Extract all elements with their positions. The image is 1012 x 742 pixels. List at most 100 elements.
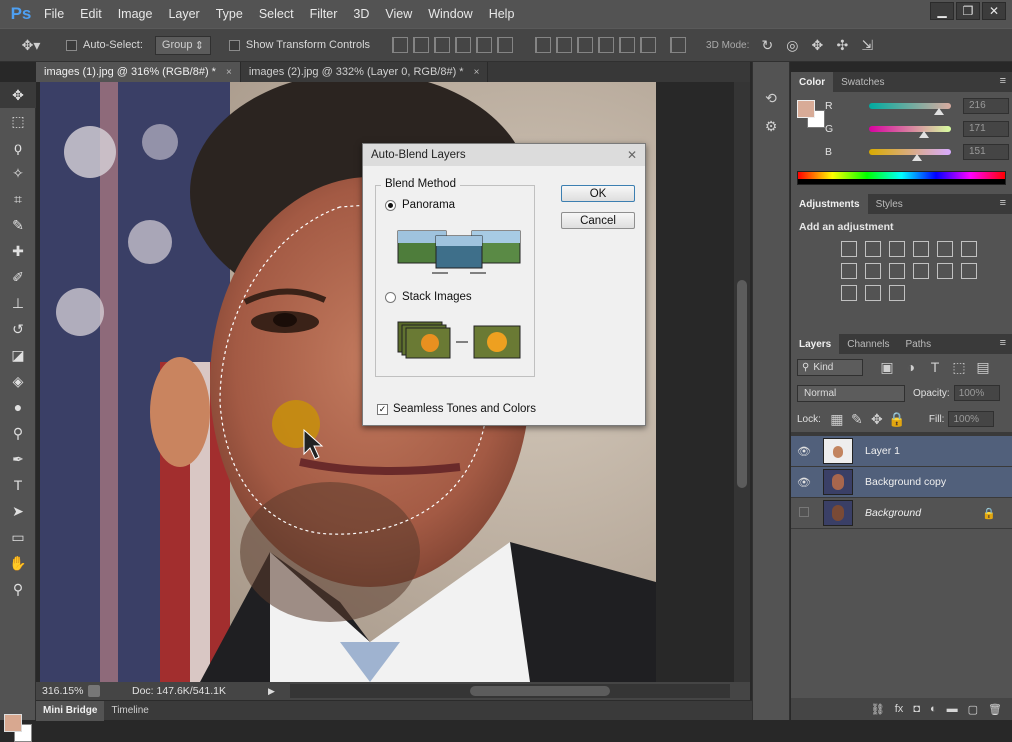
green-slider[interactable] xyxy=(869,125,951,138)
trash-icon[interactable]: 🗑 xyxy=(988,703,1002,716)
horizontal-scroll-thumb[interactable] xyxy=(470,686,610,696)
show-transform-checkbox[interactable] xyxy=(228,39,240,51)
vibrance-icon[interactable] xyxy=(937,241,953,257)
brightness-icon[interactable] xyxy=(841,241,857,257)
lock-transparent-icon[interactable]: ▦ xyxy=(827,409,847,429)
close-icon[interactable]: ✕ xyxy=(627,148,637,162)
history-brush-icon[interactable]: ↺ xyxy=(0,316,36,342)
levels-icon[interactable] xyxy=(865,241,881,257)
3d-drag-icon[interactable]: ✥ xyxy=(807,35,827,55)
seamless-option[interactable]: ✓ Seamless Tones and Colors xyxy=(377,403,536,415)
menu-window[interactable]: Window xyxy=(420,0,480,28)
layer-kind-filter[interactable]: ⚲ Kind xyxy=(797,358,863,376)
blur-tool-icon[interactable]: ● xyxy=(0,394,36,420)
color-spectrum-bar[interactable] xyxy=(797,171,1006,185)
menu-file[interactable]: File xyxy=(36,0,72,28)
pixel-filter-icon[interactable]: ▣ xyxy=(877,357,897,377)
hand-tool-icon[interactable]: ✋ xyxy=(0,550,36,576)
menu-type[interactable]: Type xyxy=(208,0,251,28)
align-top-icon[interactable] xyxy=(392,37,409,53)
color-lookup-icon[interactable] xyxy=(937,263,953,279)
distribute-hcenter-icon[interactable] xyxy=(619,37,636,53)
move-tool-preset-icon[interactable]: ✥▾ xyxy=(18,35,44,55)
rectangle-tool-icon[interactable]: ▭ xyxy=(0,524,36,550)
lasso-tool-icon[interactable]: ϙ xyxy=(0,134,36,160)
folder-icon[interactable]: ▬ xyxy=(947,703,958,715)
marquee-tool-icon[interactable]: ⬚ xyxy=(0,108,36,134)
history-panel-icon[interactable]: ⟲ xyxy=(753,84,789,112)
blue-slider-knob[interactable] xyxy=(912,153,923,161)
menu-select[interactable]: Select xyxy=(251,0,302,28)
color-balance-icon[interactable] xyxy=(841,263,857,279)
menu-edit[interactable]: Edit xyxy=(72,0,110,28)
menu-image[interactable]: Image xyxy=(110,0,161,28)
type-filter-icon[interactable]: T xyxy=(925,357,945,377)
distribute-left-icon[interactable] xyxy=(598,37,615,53)
align-vcenter-icon[interactable] xyxy=(413,37,430,53)
panel-menu-icon[interactable]: ≡ xyxy=(1000,75,1006,87)
channel-mixer-icon[interactable] xyxy=(913,263,929,279)
exposure-icon[interactable] xyxy=(913,241,929,257)
align-hcenter-icon[interactable] xyxy=(476,37,493,53)
opacity-field[interactable]: 100% xyxy=(953,385,1000,401)
brush-tool-icon[interactable]: ✐ xyxy=(0,264,36,290)
status-menu-arrow-icon[interactable]: ▶ xyxy=(268,686,275,697)
cancel-button[interactable]: Cancel xyxy=(561,212,635,229)
threshold-icon[interactable] xyxy=(865,285,881,301)
tab-adjustments[interactable]: Adjustments xyxy=(791,194,868,214)
visibility-box[interactable] xyxy=(791,506,817,520)
menu-help[interactable]: Help xyxy=(481,0,523,28)
tab-paths[interactable]: Paths xyxy=(898,334,940,354)
layer-name[interactable]: Background xyxy=(865,507,921,519)
color-foreground-swatch[interactable] xyxy=(797,100,815,118)
stack-images-radio[interactable] xyxy=(385,291,396,303)
posterize-icon[interactable] xyxy=(841,285,857,301)
panorama-radio[interactable] xyxy=(385,199,396,211)
status-export-icon[interactable] xyxy=(88,685,100,697)
crop-tool-icon[interactable]: ⌗ xyxy=(0,186,36,212)
tab-styles[interactable]: Styles xyxy=(868,194,911,214)
photo-filter-icon[interactable] xyxy=(889,263,905,279)
smart-object-filter-icon[interactable]: ▤ xyxy=(973,357,993,377)
dialog-titlebar[interactable]: Auto-Blend Layers ✕ xyxy=(363,144,645,166)
layer-row-layer-1[interactable]: 👁 Layer 1 xyxy=(791,436,1012,467)
foreground-color-swatch[interactable] xyxy=(4,714,22,732)
close-window-button[interactable]: ✕ xyxy=(982,2,1006,20)
tab-images-2[interactable]: images (2).jpg @ 332% (Layer 0, RGB/8#) … xyxy=(240,62,489,82)
lock-all-icon[interactable]: 🔒 xyxy=(887,409,907,429)
red-value[interactable]: 216 xyxy=(963,97,1009,114)
zoom-tool-icon[interactable]: ⚲ xyxy=(0,576,36,602)
clone-stamp-icon[interactable]: ⊥ xyxy=(0,290,36,316)
adjustment-filter-icon[interactable]: ◑ xyxy=(901,357,921,377)
vertical-scroll-thumb[interactable] xyxy=(737,280,747,488)
layer-name[interactable]: Background copy xyxy=(865,476,946,488)
menu-view[interactable]: View xyxy=(377,0,420,28)
path-selection-icon[interactable]: ➤ xyxy=(0,498,36,524)
auto-select-dropdown[interactable]: Group ⇕ xyxy=(154,35,211,55)
auto-select-checkbox[interactable] xyxy=(66,39,77,51)
green-value[interactable]: 171 xyxy=(963,120,1009,137)
red-slider[interactable] xyxy=(869,102,951,115)
menu-layer[interactable]: Layer xyxy=(160,0,207,28)
align-right-icon[interactable] xyxy=(497,37,514,53)
magic-wand-icon[interactable]: ✧ xyxy=(0,160,36,186)
lock-paint-icon[interactable]: ✎ xyxy=(847,409,867,429)
type-tool-icon[interactable]: T xyxy=(0,472,36,498)
menu-filter[interactable]: Filter xyxy=(302,0,346,28)
new-layer-icon[interactable]: ▢ xyxy=(968,703,978,716)
close-icon[interactable]: × xyxy=(474,67,480,78)
eye-icon[interactable]: 👁 xyxy=(791,476,817,489)
tab-color[interactable]: Color xyxy=(791,72,834,92)
link-icon[interactable]: ⛓ xyxy=(871,703,885,716)
distribute-vcenter-icon[interactable] xyxy=(556,37,573,53)
eye-icon[interactable]: 👁 xyxy=(791,445,817,458)
zoom-level[interactable]: 316.15% xyxy=(36,685,88,697)
tab-timeline[interactable]: Timeline xyxy=(104,701,155,721)
3d-scale-icon[interactable]: ⇲ xyxy=(857,35,877,55)
eraser-icon[interactable]: ◪ xyxy=(0,342,36,368)
dodge-tool-icon[interactable]: ⚲ xyxy=(0,420,36,446)
blue-value[interactable]: 151 xyxy=(963,143,1009,160)
properties-panel-icon[interactable]: ⚙ xyxy=(753,112,789,140)
tab-swatches[interactable]: Swatches xyxy=(833,72,892,92)
green-slider-knob[interactable] xyxy=(918,130,929,138)
